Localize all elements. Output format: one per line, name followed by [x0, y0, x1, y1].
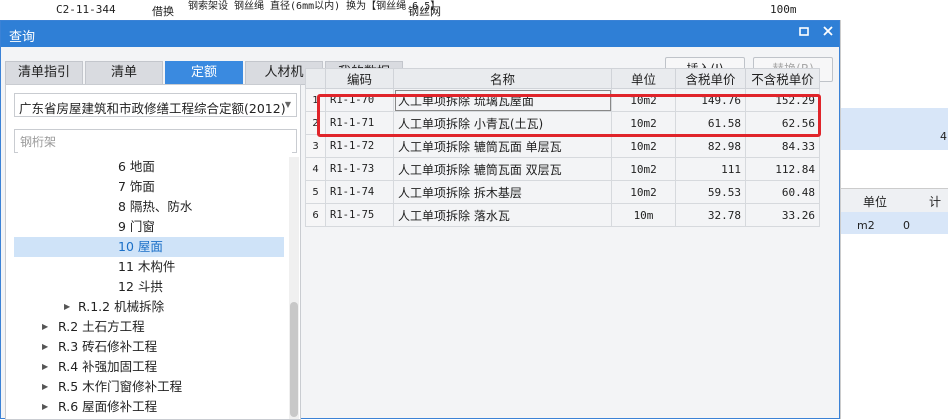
cell-price-tax[interactable]: 149.76	[675, 88, 746, 112]
tree-item-reinforcement[interactable]: ▶ R.4 补强加固工程	[6, 357, 284, 377]
search-input[interactable]	[18, 131, 292, 153]
col-header-price-notax[interactable]: 不含税单价	[745, 68, 820, 89]
expand-arrow-icon[interactable]: ▶	[42, 357, 48, 377]
cell-price-tax[interactable]: 82.98	[675, 134, 746, 158]
cell-name[interactable]: 人工单项拆除 辘筒瓦面 双层瓦	[393, 157, 612, 181]
cell-unit[interactable]: 10m2	[611, 157, 676, 181]
bg-header-unit: 单位	[863, 195, 888, 209]
table-row[interactable]: 4 R1-1-73 人工单项拆除 辘筒瓦面 双层瓦 10m2 111 112.8…	[305, 157, 820, 181]
expand-arrow-icon[interactable]: ▶	[42, 337, 48, 357]
cell-name[interactable]: 人工单项拆除 落水瓦	[393, 203, 612, 227]
table-header: 编码 名称 单位 含税单价 不含税单价	[305, 68, 820, 89]
chapter-tree: 6 地面 7 饰面 8 隔热、防水 9 门窗 10 屋面 11 木构件 12 斗…	[6, 157, 288, 419]
cell-price-tax[interactable]: 61.58	[675, 111, 746, 135]
cell-code[interactable]: R1-1-70	[325, 88, 394, 112]
tree-item-insulation[interactable]: 8 隔热、防水	[6, 197, 284, 217]
col-header-unit[interactable]: 单位	[611, 68, 676, 89]
row-index: 6	[305, 203, 326, 227]
expand-arrow-icon[interactable]: ▶	[42, 377, 48, 397]
tree-item-earthwork[interactable]: ▶ R.2 土石方工程	[6, 317, 284, 337]
dialog-titlebar: 查询	[1, 21, 839, 47]
scrollbar-thumb[interactable]	[290, 302, 298, 417]
tree-item-roof-repair[interactable]: ▶ R.6 屋面修补工程	[6, 397, 284, 417]
tab-bill-guide[interactable]: 清单指引	[5, 61, 83, 85]
cell-price-notax[interactable]: 62.56	[745, 111, 820, 135]
bg-side-number: 4	[940, 130, 947, 143]
cell-code[interactable]: R1-1-73	[325, 157, 394, 181]
row-index: 3	[305, 134, 326, 158]
cell-name[interactable]: 人工单项拆除 小青瓦(土瓦)	[393, 111, 612, 135]
cell-price-notax[interactable]: 84.33	[745, 134, 820, 158]
cell-price-tax[interactable]: 111	[675, 157, 746, 181]
row-index: 5	[305, 180, 326, 204]
cell-unit[interactable]: 10m2	[611, 134, 676, 158]
tree-item-floor[interactable]: 6 地面	[6, 157, 284, 177]
close-icon[interactable]	[819, 25, 837, 43]
bg-material: 钢丝网	[408, 5, 441, 18]
bg-side-qty: 0	[903, 219, 910, 232]
background-panel: 4 单位 计算 m2 0	[840, 20, 948, 419]
maximize-icon[interactable]	[795, 25, 813, 43]
bg-code: C2-11-344	[56, 3, 116, 16]
tree-item-woodwork-repair[interactable]: ▶ R.5 木作门窗修补工程	[6, 377, 284, 397]
cell-name[interactable]: 人工单项拆除 辘筒瓦面 单层瓦	[393, 134, 612, 158]
table-row[interactable]: 1 R1-1-70 人工单项拆除 琉璃瓦屋面 10m2 149.76 152.2…	[305, 88, 820, 112]
cell-name[interactable]: 人工单项拆除 拆木基层	[393, 180, 612, 204]
tree-item-masonry-repair[interactable]: ▶ R.3 砖石修补工程	[6, 337, 284, 357]
expand-arrow-icon[interactable]: ▶	[42, 397, 48, 417]
tree-item-finish[interactable]: 7 饰面	[6, 177, 284, 197]
tree-item-wood-members[interactable]: 11 木构件	[6, 257, 284, 277]
cell-unit[interactable]: 10m2	[611, 180, 676, 204]
background-row: C2-11-344 借换 钢索架设 钢丝绳 直径(6mm以内) 换为【钢丝绳 6…	[0, 0, 948, 21]
expand-arrow-icon[interactable]: ▶	[64, 297, 70, 317]
bg-unit: 100m	[770, 3, 797, 16]
search-field[interactable]	[14, 129, 297, 153]
library-select[interactable]: 广东省房屋建筑和市政修缮工程综合定额(2012) ▼	[14, 93, 297, 117]
cell-price-notax[interactable]: 33.26	[745, 203, 820, 227]
col-header-price-tax[interactable]: 含税单价	[675, 68, 746, 89]
bg-action: 借换	[152, 5, 174, 18]
col-header-code[interactable]: 编码	[325, 68, 394, 89]
tree-scrollbar[interactable]	[289, 157, 299, 419]
row-index: 1	[305, 88, 326, 112]
row-index: 2	[305, 111, 326, 135]
table-row[interactable]: 2 R1-1-71 人工单项拆除 小青瓦(土瓦) 10m2 61.58 62.5…	[305, 111, 820, 135]
library-select-value: 广东省房屋建筑和市政修缮工程综合定额(2012)	[19, 101, 286, 116]
cell-code[interactable]: R1-1-72	[325, 134, 394, 158]
col-header-name[interactable]: 名称	[393, 68, 612, 89]
cell-code[interactable]: R1-1-75	[325, 203, 394, 227]
cell-price-notax[interactable]: 60.48	[745, 180, 820, 204]
cell-unit[interactable]: 10m	[611, 203, 676, 227]
table-row[interactable]: 6 R1-1-75 人工单项拆除 落水瓦 10m 32.78 33.26	[305, 203, 820, 227]
cell-price-tax[interactable]: 32.78	[675, 203, 746, 227]
cell-price-notax[interactable]: 152.29	[745, 88, 820, 112]
col-header-index	[305, 68, 326, 89]
dialog-title: 查询	[9, 30, 36, 45]
cell-code[interactable]: R1-1-71	[325, 111, 394, 135]
expand-arrow-icon[interactable]: ▶	[42, 317, 48, 337]
navigation-panel: 广东省房屋建筑和市政修缮工程综合定额(2012) ▼ 6 地面 7 饰面 8 隔…	[5, 84, 301, 420]
chevron-down-icon: ▼	[284, 100, 291, 109]
cell-unit[interactable]: 10m2	[611, 88, 676, 112]
tree-item-doors-windows[interactable]: 9 门窗	[6, 217, 284, 237]
bg-side-unit: m2	[857, 219, 875, 232]
tree-item-machine-demolition[interactable]: ▶ R.1.2 机械拆除	[6, 297, 284, 317]
bg-selected-row	[841, 108, 948, 150]
cell-code[interactable]: R1-1-74	[325, 180, 394, 204]
table-row[interactable]: 3 R1-1-72 人工单项拆除 辘筒瓦面 单层瓦 10m2 82.98 84.…	[305, 134, 820, 158]
tree-item-bracket[interactable]: 12 斗拱	[6, 277, 284, 297]
cell-price-notax[interactable]: 112.84	[745, 157, 820, 181]
bg-description: 钢索架设 钢丝绳 直径(6mm以内) 换为【钢丝绳 6.5】	[188, 1, 441, 12]
cell-price-tax[interactable]: 59.53	[675, 180, 746, 204]
table-row[interactable]: 5 R1-1-74 人工单项拆除 拆木基层 10m2 59.53 60.48	[305, 180, 820, 204]
tab-quota[interactable]: 定额	[165, 61, 243, 85]
cell-name[interactable]: 人工单项拆除 琉璃瓦屋面	[393, 88, 612, 112]
tab-bill[interactable]: 清单	[85, 61, 163, 85]
bg-side-header: 单位 计算	[841, 188, 948, 226]
tree-item-roof[interactable]: 10 屋面	[14, 237, 284, 257]
cell-unit[interactable]: 10m2	[611, 111, 676, 135]
row-index: 4	[305, 157, 326, 181]
quota-table: 编码 名称 单位 含税单价 不含税单价 1 R1-1-70 人工单项拆除 琉璃瓦…	[305, 68, 820, 227]
